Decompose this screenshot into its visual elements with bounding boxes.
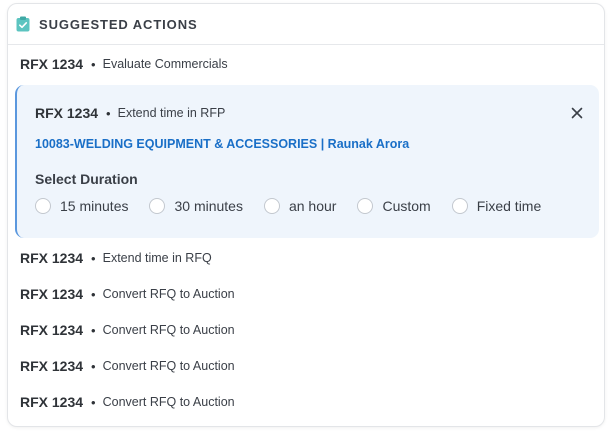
event-link[interactable]: 10083-WELDING EQUIPMENT & ACCESSORIES | … xyxy=(35,137,409,151)
action-text: Convert RFQ to Auction xyxy=(102,395,235,409)
separator-dot: • xyxy=(91,394,96,410)
radio-button[interactable] xyxy=(451,198,468,214)
separator-dot: • xyxy=(91,322,96,338)
action-text: Evaluate Commercials xyxy=(102,57,228,71)
separator-dot: • xyxy=(91,250,96,266)
radio-label: an hour xyxy=(288,198,337,214)
close-icon xyxy=(571,107,583,119)
rfx-id: RFX 1234 xyxy=(20,250,84,266)
rfx-id: RFX 1234 xyxy=(20,56,84,72)
radio-button[interactable] xyxy=(263,198,280,214)
separator-dot: • xyxy=(91,358,96,374)
action-text: Extend time in RFQ xyxy=(102,251,212,265)
panel-title: SUGGESTED ACTIONS xyxy=(39,16,198,32)
action-row[interactable]: RFX 1234 • Convert RFQ to Auction xyxy=(20,283,235,305)
action-text: Convert RFQ to Auction xyxy=(102,359,235,373)
rfx-id: RFX 1234 xyxy=(20,394,84,410)
radio-30-minutes[interactable]: 30 minutes xyxy=(149,198,243,214)
radio-an-hour[interactable]: an hour xyxy=(263,198,337,214)
select-duration-label: Select Duration xyxy=(35,171,138,187)
clipboard-icon xyxy=(16,16,30,32)
expanded-action-card: RFX 1234 • Extend time in RFP 10083-WELD… xyxy=(15,85,599,238)
rfx-id: RFX 1234 xyxy=(20,286,84,302)
close-button[interactable] xyxy=(569,105,585,121)
action-row[interactable]: RFX 1234 • Extend time in RFQ xyxy=(20,247,212,269)
action-text: Convert RFQ to Auction xyxy=(102,287,235,301)
action-row[interactable]: RFX 1234 • Evaluate Commercials xyxy=(20,53,228,75)
action-row[interactable]: RFX 1234 • Convert RFQ to Auction xyxy=(20,391,235,413)
action-text: Extend time in RFP xyxy=(117,106,226,120)
radio-fixed-time[interactable]: Fixed time xyxy=(451,198,542,214)
separator-dot: • xyxy=(106,105,111,121)
separator-dot: • xyxy=(91,286,96,302)
radio-button[interactable] xyxy=(357,198,374,214)
radio-label: 30 minutes xyxy=(174,198,243,214)
radio-label: 15 minutes xyxy=(60,198,129,214)
radio-custom[interactable]: Custom xyxy=(357,198,431,214)
radio-button[interactable] xyxy=(149,198,166,214)
radio-button[interactable] xyxy=(35,198,51,214)
rfx-id: RFX 1234 xyxy=(20,322,84,338)
radio-label: Custom xyxy=(382,198,431,214)
radio-15-minutes[interactable]: 15 minutes xyxy=(35,198,128,214)
rfx-id: RFX 1234 xyxy=(20,358,84,374)
suggested-actions-panel: SUGGESTED ACTIONS RFX 1234 • Evaluate Co… xyxy=(7,3,605,427)
radio-label: Fixed time xyxy=(476,198,542,214)
panel-header: SUGGESTED ACTIONS xyxy=(8,4,604,45)
separator-dot: • xyxy=(91,56,96,72)
action-row[interactable]: RFX 1234 • Convert RFQ to Auction xyxy=(20,319,235,341)
action-text: Convert RFQ to Auction xyxy=(102,323,235,337)
expanded-action-header: RFX 1234 • Extend time in RFP xyxy=(35,102,225,124)
rfx-id: RFX 1234 xyxy=(35,105,99,121)
duration-radio-group: 15 minutes 30 minutes an hour Custom Fix… xyxy=(35,198,562,214)
action-row[interactable]: RFX 1234 • Convert RFQ to Auction xyxy=(20,355,235,377)
